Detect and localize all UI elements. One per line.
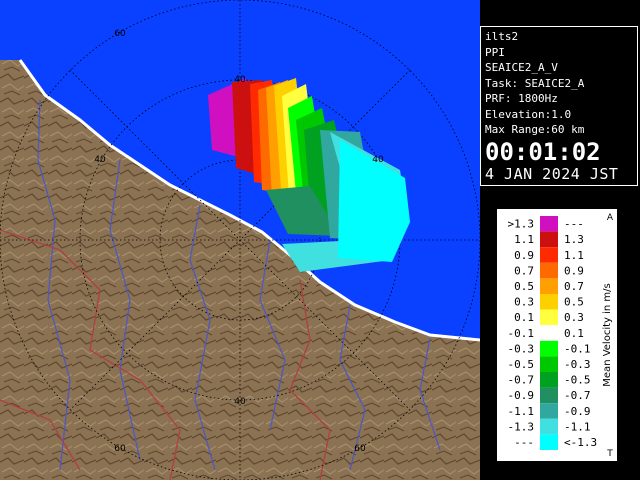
- svg-text:60: 60: [354, 444, 366, 454]
- svg-text:60: 60: [114, 29, 126, 39]
- legend-lower-label: -0.1: [508, 327, 535, 340]
- legend-swatch: [540, 231, 558, 248]
- legend-corner-top: A: [607, 213, 614, 223]
- legend-upper-label: 0.5: [564, 296, 584, 309]
- legend-swatch: [540, 418, 558, 435]
- legend-swatch: [540, 262, 558, 279]
- legend-lower-label: -1.1: [508, 405, 535, 418]
- legend-lower-label: >1.3: [508, 218, 535, 231]
- radar-ppi-map[interactable]: 60 40 40 40 40 60 60: [0, 0, 480, 480]
- legend-upper-label: -0.1: [564, 342, 591, 355]
- legend-upper-label: -0.5: [564, 374, 591, 387]
- legend-upper-label: 0.1: [564, 327, 584, 340]
- legend-swatch: [540, 403, 558, 419]
- legend-lower-label: ---: [514, 436, 534, 449]
- legend-upper-label: <-1.3: [564, 436, 597, 449]
- legend-color-scale: >1.3 --- 1.1 1.3 0.9 1.1 0.7 0.9 0.5 0.7 0.3 0.5 0.1…: [508, 213, 614, 459]
- svg-text:40: 40: [234, 397, 246, 407]
- legend-swatch: [540, 372, 558, 388]
- legend-upper-label: 0.7: [564, 280, 584, 293]
- legend-lower-label: -0.9: [508, 389, 535, 402]
- elevation-value: Elevation:1.0: [485, 107, 572, 121]
- legend-upper-label: 0.9: [564, 264, 584, 277]
- legend-upper-label: 1.3: [564, 233, 584, 246]
- svg-text:40: 40: [234, 75, 246, 85]
- legend-swatch: [540, 340, 558, 357]
- legend-upper-label: -0.9: [564, 405, 591, 418]
- legend-swatch: [540, 247, 558, 263]
- scan-mode: PPI: [485, 45, 505, 59]
- legend-upper-label: ---: [564, 218, 584, 231]
- max-range-value: Max Range:60 km: [485, 123, 585, 136]
- legend-swatch: [540, 387, 558, 404]
- svg-text:60: 60: [114, 444, 126, 454]
- legend-lower-label: 0.1: [514, 311, 534, 324]
- legend-title: Mean Velocity in m/s: [602, 283, 613, 386]
- legend-swatch: [540, 309, 558, 326]
- velocity-legend: >1.3 --- 1.1 1.3 0.9 1.1 0.7 0.9 0.5 0.7 0.3 0.5 0.1…: [497, 209, 617, 461]
- legend-lower-label: -1.3: [508, 420, 535, 433]
- legend-lower-label: 0.7: [514, 264, 534, 277]
- legend-upper-label: -0.3: [564, 358, 591, 371]
- radar-info-panel: ilts2 PPI SEAICE2_A_V Task: SEAICE2_A PR…: [480, 26, 638, 186]
- legend-upper-label: -1.1: [564, 420, 591, 433]
- legend-swatch: [540, 216, 558, 232]
- legend-lower-label: -0.7: [508, 374, 535, 387]
- legend-upper-label: 0.3: [564, 311, 584, 324]
- legend-lower-label: 0.5: [514, 280, 534, 293]
- legend-lower-label: 0.3: [514, 296, 534, 309]
- scan-time: 00:01:02: [485, 137, 601, 166]
- legend-lower-label: -0.5: [508, 358, 535, 371]
- site-name: ilts2: [485, 30, 519, 43]
- scan-date: 4 JAN 2024 JST: [485, 164, 619, 183]
- legend-swatch: [540, 278, 558, 294]
- legend-upper-label: -0.7: [564, 389, 591, 402]
- legend-lower-label: 1.1: [514, 233, 534, 246]
- legend-swatch: [540, 356, 558, 372]
- prf-value: PRF: 1800Hz: [485, 92, 558, 105]
- product-name: SEAICE2_A_V: [485, 61, 558, 74]
- legend-corner-bottom: T: [606, 449, 613, 459]
- legend-swatch: [540, 294, 558, 310]
- legend-lower-label: 0.9: [514, 249, 534, 262]
- task-name: Task: SEAICE2_A: [485, 76, 585, 90]
- legend-upper-label: 1.1: [564, 249, 584, 262]
- svg-text:40: 40: [94, 155, 106, 165]
- legend-swatch: [540, 434, 558, 450]
- legend-lower-label: -0.3: [508, 342, 535, 355]
- legend-swatch: [540, 325, 558, 341]
- svg-text:40: 40: [372, 155, 384, 165]
